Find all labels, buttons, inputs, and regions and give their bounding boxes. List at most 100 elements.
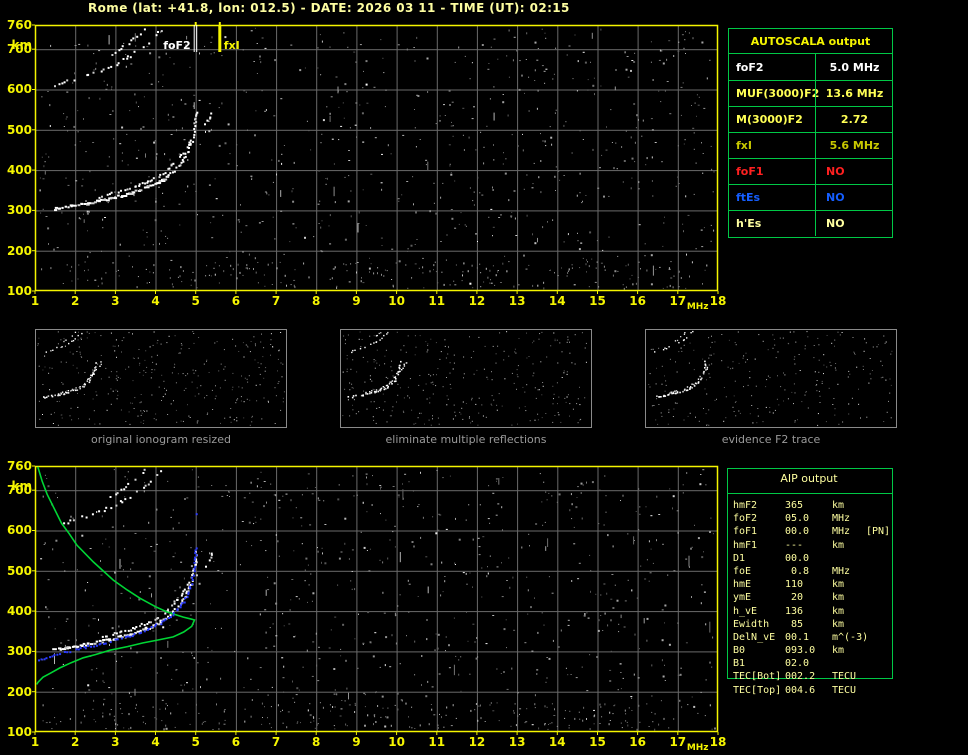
aip-param-value: 00.0 <box>785 526 810 538</box>
y-tick-label: 400 <box>6 604 32 619</box>
aip-param-unit: TECU <box>832 671 857 683</box>
autoscala-row-fxi: fxI 5.6 MHz <box>729 132 892 159</box>
autoscala-row-m3000f2: M(3000)F2 2.72 <box>729 106 892 133</box>
aip-row-hve: h_vE 136 km <box>733 605 903 618</box>
page-title: Rome (lat: +41.8, lon: 012.5) - DATE: 20… <box>88 1 570 15</box>
thumb-trace-x <box>669 366 709 394</box>
x-tick-label: 8 <box>312 735 321 749</box>
thumbnail-caption-eliminate: eliminate multiple reflections <box>385 433 547 446</box>
thumb-noise-layer <box>37 331 285 426</box>
aip-param-unit: km <box>832 645 845 657</box>
aip-row-foe: foE 0.8 MHz <box>733 565 903 578</box>
aip-param-value: 00.0 <box>785 552 810 564</box>
x-tick-label: 11 <box>428 294 446 308</box>
x-tick-label: 5 <box>191 735 200 749</box>
x-tick-label: 6 <box>231 735 241 749</box>
aip-header-separator <box>727 493 893 494</box>
thumb-noise-layer <box>342 331 587 426</box>
ionogram-plot-top: foF2 fxI <box>32 22 719 294</box>
aip-param-label: TEC[Bot] <box>733 671 782 683</box>
fof2-marker-label: foF2 <box>163 39 191 52</box>
aip-param-value: 00.1 <box>785 631 810 643</box>
autoscala-param-value: 5.0 MHz <box>815 54 893 80</box>
thumbnail-eliminate-svg <box>342 331 587 426</box>
aip-row-ewidth: Ewidth 85 km <box>733 618 903 631</box>
aip-row-d1: D1 00.0 <box>733 552 903 565</box>
autoscala-param-label: fxI <box>736 139 752 152</box>
fxi-marker-label: fxI <box>224 39 240 52</box>
thumb-trace-hop2-x <box>375 332 382 337</box>
autoscala-param-label: ftEs <box>736 191 761 204</box>
aip-param-unit: km <box>832 500 845 511</box>
aip-param-unit: km <box>832 592 845 604</box>
aip-row-hmf2: hmF2 365 km <box>733 499 903 512</box>
x-tick-label: 10 <box>388 735 405 749</box>
aip-param-unit: MHz <box>832 565 851 577</box>
x-tick-label: 7 <box>271 294 281 308</box>
autoscala-table-header: AUTOSCALA output <box>729 29 892 54</box>
thumb-trace-hop2-o <box>45 332 83 353</box>
noise-layer <box>39 27 715 290</box>
aip-param-unit: km <box>832 618 845 630</box>
aip-param-label: foF1 <box>733 526 758 538</box>
y-tick-label: 600 <box>6 82 32 97</box>
thumb-trace-hop2-o <box>654 330 694 353</box>
x-tick-label: 1 <box>30 294 40 308</box>
y-tick-label: 500 <box>6 122 32 137</box>
x-tick-label: 2 <box>70 735 80 749</box>
aip-table-rows: hmF2 365 km foF2 05.0 MHz foF1 00.0 MHz [PN] hmF1 -… <box>733 499 903 697</box>
autoscala-param-value: 5.6 MHz <box>815 132 893 158</box>
aip-param-label: B1 <box>733 658 746 670</box>
thumbnail-caption-evidence: evidence F2 trace <box>721 433 821 446</box>
aip-param-label: DelN_vE <box>733 631 776 643</box>
x-tick-label: 9 <box>352 294 361 308</box>
aip-param-label: h_vE <box>733 605 758 617</box>
autoscala-param-label: foF1 <box>736 165 764 178</box>
y-tick-label: 300 <box>6 644 32 659</box>
thumb-trace-hop2-o <box>351 331 389 354</box>
autoscala-param-value: NO <box>815 158 893 184</box>
thumbnail-original-svg <box>37 331 285 426</box>
blue-isolated-dot <box>195 513 198 516</box>
aip-param-value: 136 <box>785 605 804 617</box>
aip-param-unit: km <box>832 539 845 551</box>
thumb-trace-x <box>60 361 102 394</box>
aip-param-label: hmF1 <box>733 539 758 551</box>
axis-ticks <box>32 24 719 294</box>
aip-param-unit: MHz <box>832 513 851 525</box>
thumbnail-eliminate-reflections <box>340 329 592 428</box>
trace-second-hop-x <box>111 28 146 56</box>
x-tick-label: 15 <box>589 294 606 308</box>
x-tick-label: 16 <box>629 294 646 308</box>
y-tick-label: 400 <box>6 163 32 178</box>
aip-param-unit: TECU <box>832 684 857 696</box>
autoscala-param-label: h'Es <box>736 217 762 230</box>
autoscala-row-fof2: foF2 5.0 MHz <box>729 54 892 81</box>
trace-second-hop-o <box>54 30 163 88</box>
x-axis-unit-label: MHz <box>686 302 709 312</box>
x-tick-label: 15 <box>589 735 606 749</box>
x-tick-label: 9 <box>352 735 361 749</box>
aip-param-unit: km <box>832 605 845 617</box>
aip-param-value: --- <box>785 539 804 551</box>
aip-row-hmf1: hmF1 --- km <box>733 539 903 552</box>
aip-row-b1: B1 02.0 <box>733 657 903 670</box>
x-tick-label: 16 <box>629 735 646 749</box>
x-tick-label: 13 <box>508 294 526 308</box>
x-tick-label: 1 <box>30 735 40 749</box>
aip-table-header: AIP output <box>780 472 838 485</box>
aip-param-value: 004.6 <box>785 684 816 696</box>
aip-param-unit: km <box>832 579 845 591</box>
x-tick-label: 13 <box>508 735 526 749</box>
aip-param-value: 365 <box>785 500 804 511</box>
y-axis-unit-label: km <box>11 38 32 52</box>
trace-second-hop-x <box>109 468 146 498</box>
aip-param-value: 110 <box>785 579 804 591</box>
autoscala-app-window: Rome (lat: +41.8, lon: 012.5) - DATE: 20… <box>0 0 968 755</box>
y-tick-label: 300 <box>6 203 32 218</box>
y-axis-unit-label: km <box>11 479 32 493</box>
aip-row-tectop: TEC[Top] 004.6 TECU <box>733 684 903 697</box>
aip-param-label: foE <box>733 565 752 577</box>
aip-param-label: Ewidth <box>733 618 770 630</box>
aip-row-tecbot: TEC[Bot] 002.2 TECU <box>733 670 903 683</box>
